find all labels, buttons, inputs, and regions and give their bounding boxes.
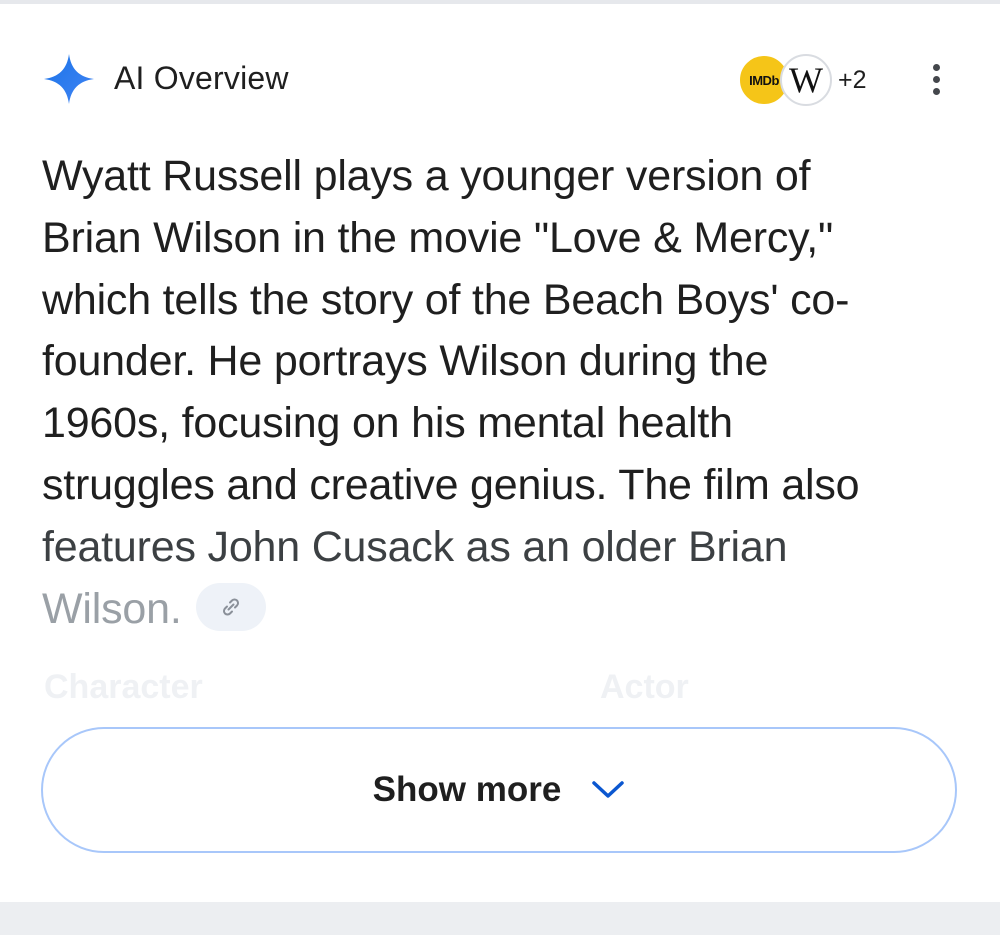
ai-overview-title: AI Overview: [114, 60, 289, 96]
table-header-character: Character: [44, 668, 203, 706]
show-more-label: Show more: [372, 770, 562, 809]
overview-line: features John Cusack as an older Brian: [42, 522, 788, 571]
source-favicons[interactable]: IMDb W +2: [738, 54, 878, 106]
overview-line: which tells the story of the Beach Boys'…: [42, 275, 850, 324]
imdb-source-label: IMDb: [749, 72, 779, 88]
more-vert-icon[interactable]: [922, 64, 950, 100]
overview-line: Wyatt Russell plays a younger version of: [42, 152, 811, 200]
show-more-button[interactable]: Show more: [41, 727, 957, 853]
table-header-actor: Actor: [600, 668, 689, 706]
link-icon: [222, 598, 239, 616]
source-link-button[interactable]: [195, 583, 266, 632]
bottom-separator: [0, 902, 1000, 935]
ai-overview-text: Wyatt Russell plays a younger version of…: [42, 146, 962, 640]
table-preview-header: Character Actor: [0, 668, 1000, 712]
overview-line-text: Wilson.: [42, 584, 182, 633]
wikipedia-source-label: W: [789, 60, 823, 100]
overview-line: founder. He portrays Wilson during the: [42, 337, 769, 386]
chevron-down-icon: [592, 781, 625, 798]
more-sources-count[interactable]: +2: [838, 66, 867, 95]
ai-overview-card: AI Overview IMDb W +2 Wyatt Russell play…: [0, 4, 1000, 902]
overview-last-line: Wilson.: [42, 579, 962, 641]
sparkle-icon: [44, 54, 94, 104]
wikipedia-source-icon[interactable]: W: [780, 54, 832, 106]
overview-line: Brian Wilson in the movie "Love & Mercy,…: [42, 213, 834, 262]
overview-line: struggles and creative genius. The film …: [42, 460, 860, 509]
ai-overview-header: AI Overview IMDb W +2: [0, 44, 1000, 114]
overview-line: 1960s, focusing on his mental health: [42, 399, 733, 448]
